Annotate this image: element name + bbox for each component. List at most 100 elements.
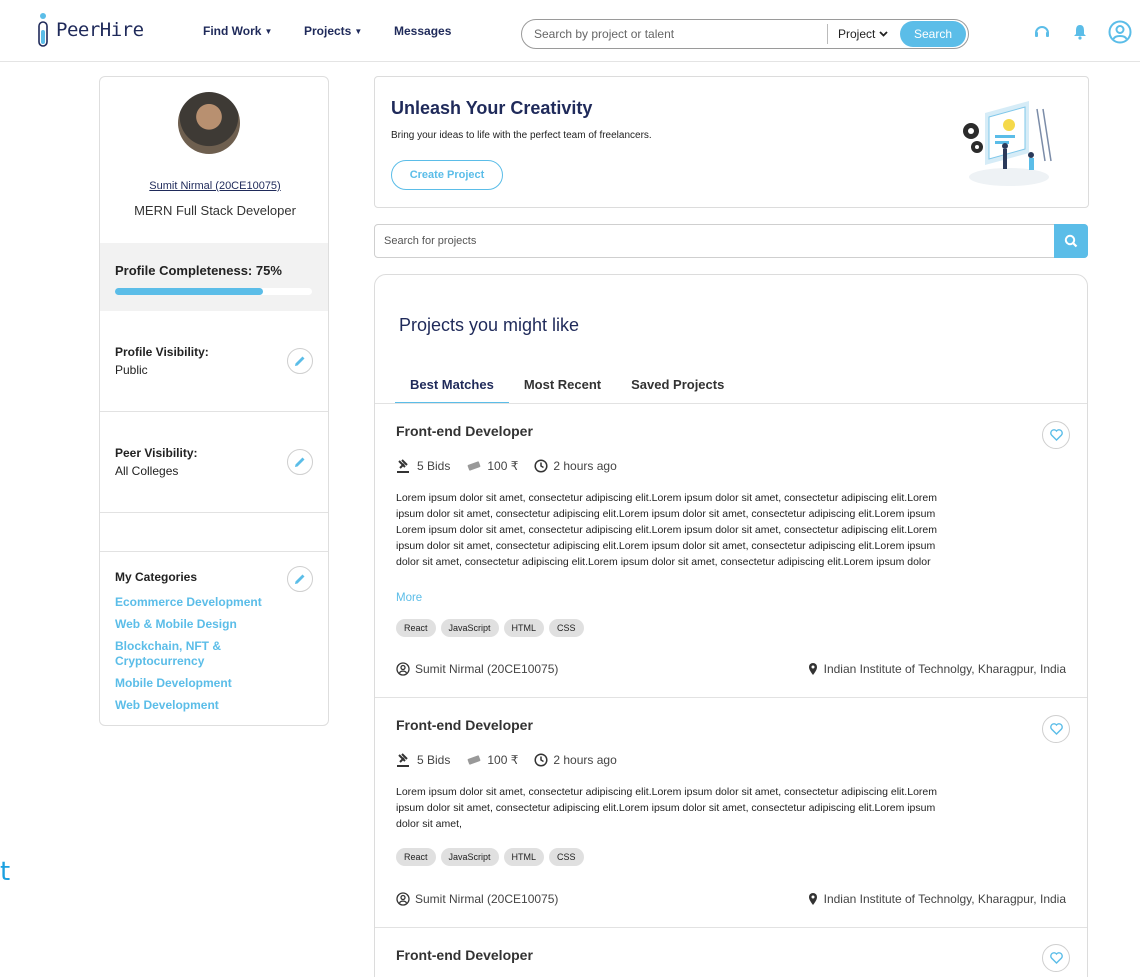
heart-icon	[1049, 723, 1063, 735]
project-description: Lorem ipsum dolor sit amet, consectetur …	[396, 490, 1068, 570]
brand-name: PeerHire	[56, 19, 144, 41]
project-time: 2 hours ago	[534, 459, 617, 473]
hero-title: Unleash Your Creativity	[391, 98, 593, 118]
global-search-input[interactable]: Search by project or talent	[522, 27, 827, 41]
peer-visibility-section: Peer Visibility: All Colleges	[100, 412, 328, 513]
skill-tag[interactable]: JavaScript	[440, 848, 499, 866]
category-item[interactable]: Ecommerce Development	[115, 595, 285, 610]
support-icon[interactable]	[1030, 20, 1054, 44]
money-icon	[467, 755, 481, 765]
price-label: 100 ₹	[487, 459, 519, 473]
project-title[interactable]: Front-end Developer	[396, 423, 533, 439]
skill-tag[interactable]: HTML	[503, 619, 545, 637]
bids-count: 5 Bids	[396, 459, 450, 473]
project-owner[interactable]: Sumit Nirmal (20CE10075)	[396, 662, 558, 676]
location-label: Indian Institute of Technolgy, Kharagpur…	[823, 892, 1066, 906]
profile-visibility-section: Profile Visibility: Public	[100, 311, 328, 412]
search-type-value: Project	[838, 27, 876, 41]
favorite-button[interactable]	[1042, 944, 1070, 972]
pencil-icon	[295, 356, 305, 366]
heart-icon	[1049, 952, 1063, 964]
project-card[interactable]: Front-end Developer 5 Bids 100 ₹ 2 hours…	[375, 698, 1087, 928]
description-line: ipsum dolor sit amet, consectetur adipis…	[396, 802, 936, 814]
skill-tag[interactable]: CSS	[549, 619, 584, 637]
avatar	[178, 92, 240, 154]
nav-projects-label: Projects	[304, 24, 352, 38]
skill-tag[interactable]: React	[396, 848, 436, 866]
time-label: 2 hours ago	[553, 459, 617, 473]
project-card[interactable]: Front-end Developer	[375, 928, 1087, 977]
search-type-select[interactable]: Project	[828, 27, 900, 41]
project-search-input[interactable]: Search for projects	[375, 235, 1054, 247]
completeness-bar-fill	[115, 288, 263, 295]
project-title[interactable]: Front-end Developer	[396, 947, 533, 963]
description-line: ipsum dolor sit amet, consectetur adipis…	[396, 508, 936, 520]
location-label: Indian Institute of Technolgy, Kharagpur…	[823, 662, 1066, 676]
tab-best-matches[interactable]: Best Matches	[395, 367, 509, 404]
search-icon	[1064, 234, 1078, 248]
user-circle-icon	[396, 892, 410, 906]
chevron-down-icon	[879, 31, 888, 37]
edit-profile-visibility-button[interactable]	[287, 348, 313, 374]
project-search-button[interactable]	[1054, 224, 1088, 258]
stray-text-fragment: t	[0, 857, 11, 887]
project-price: 100 ₹	[466, 753, 518, 767]
owner-name: Sumit Nirmal (20CE10075)	[415, 662, 559, 676]
bids-count: 5 Bids	[396, 753, 450, 767]
favorite-button[interactable]	[1042, 421, 1070, 449]
clock-icon	[534, 753, 548, 767]
global-search: Search by project or talent Project Sear…	[521, 19, 969, 49]
owner-name: Sumit Nirmal (20CE10075)	[415, 892, 559, 906]
project-search: Search for projects	[374, 224, 1088, 258]
gavel-icon	[397, 753, 409, 767]
skill-tag[interactable]: JavaScript	[440, 619, 499, 637]
nav-find-work[interactable]: Find Work ▼	[203, 24, 272, 38]
brand-logo[interactable]: PeerHire	[36, 12, 144, 48]
edit-peer-visibility-button[interactable]	[287, 449, 313, 475]
project-meta: 5 Bids 100 ₹ 2 hours ago	[396, 459, 617, 473]
category-item[interactable]: Mobile Development	[115, 676, 285, 691]
tab-most-recent[interactable]: Most Recent	[509, 367, 616, 404]
project-location: Indian Institute of Technolgy, Kharagpur…	[808, 892, 1066, 906]
bell-icon[interactable]	[1068, 20, 1092, 44]
categories-title: My Categories	[115, 570, 198, 584]
description-line: Lorem ipsum dolor sit amet, consectetur …	[396, 524, 937, 536]
bids-label: 5 Bids	[417, 753, 451, 767]
money-icon	[467, 461, 481, 471]
description-line: dolor sit amet,	[396, 818, 462, 830]
favorite-button[interactable]	[1042, 715, 1070, 743]
map-pin-icon	[808, 893, 817, 905]
map-pin-icon	[808, 663, 817, 675]
project-card[interactable]: Front-end Developer 5 Bids 100 ₹ 2 hours…	[375, 404, 1087, 698]
bids-label: 5 Bids	[417, 459, 451, 473]
project-owner[interactable]: Sumit Nirmal (20CE10075)	[396, 892, 558, 906]
category-item[interactable]: Web & Mobile Design	[115, 617, 285, 632]
caret-down-icon: ▼	[354, 26, 363, 36]
nav-projects[interactable]: Projects ▼	[304, 24, 362, 38]
description-line: ipsum dolor sit amet, consectetur adipis…	[396, 540, 936, 552]
category-item[interactable]: Web Development	[115, 698, 285, 713]
tab-saved-projects[interactable]: Saved Projects	[616, 367, 739, 404]
projects-panel-title: Projects you might like	[399, 315, 580, 335]
description-line: Lorem ipsum dolor sit amet, consectetur …	[396, 786, 937, 798]
skill-tag[interactable]: React	[396, 619, 436, 637]
more-link[interactable]: More	[396, 592, 422, 604]
create-project-button[interactable]: Create Project	[391, 160, 503, 190]
global-search-button[interactable]: Search	[900, 21, 966, 47]
completeness-label: Profile Completeness: 75%	[115, 263, 282, 278]
pencil-icon	[295, 457, 305, 467]
project-title[interactable]: Front-end Developer	[396, 717, 533, 733]
skill-tag[interactable]: HTML	[503, 848, 545, 866]
edit-categories-button[interactable]	[287, 566, 313, 592]
user-circle-icon	[396, 662, 410, 676]
profile-sidebar: Sumit Nirmal (20CE10075) MERN Full Stack…	[99, 76, 329, 726]
projects-panel: Projects you might like Best Matches Mos…	[374, 274, 1088, 977]
price-label: 100 ₹	[487, 753, 519, 767]
user-account-icon[interactable]	[1108, 20, 1132, 44]
skill-tag[interactable]: CSS	[549, 848, 584, 866]
nav-find-work-label: Find Work	[203, 24, 262, 38]
category-item[interactable]: Blockchain, NFT & Cryptocurrency	[115, 639, 285, 669]
nav-messages-label: Messages	[394, 24, 452, 38]
profile-name-link[interactable]: Sumit Nirmal (20CE10075)	[100, 180, 328, 192]
nav-messages[interactable]: Messages	[394, 24, 451, 38]
